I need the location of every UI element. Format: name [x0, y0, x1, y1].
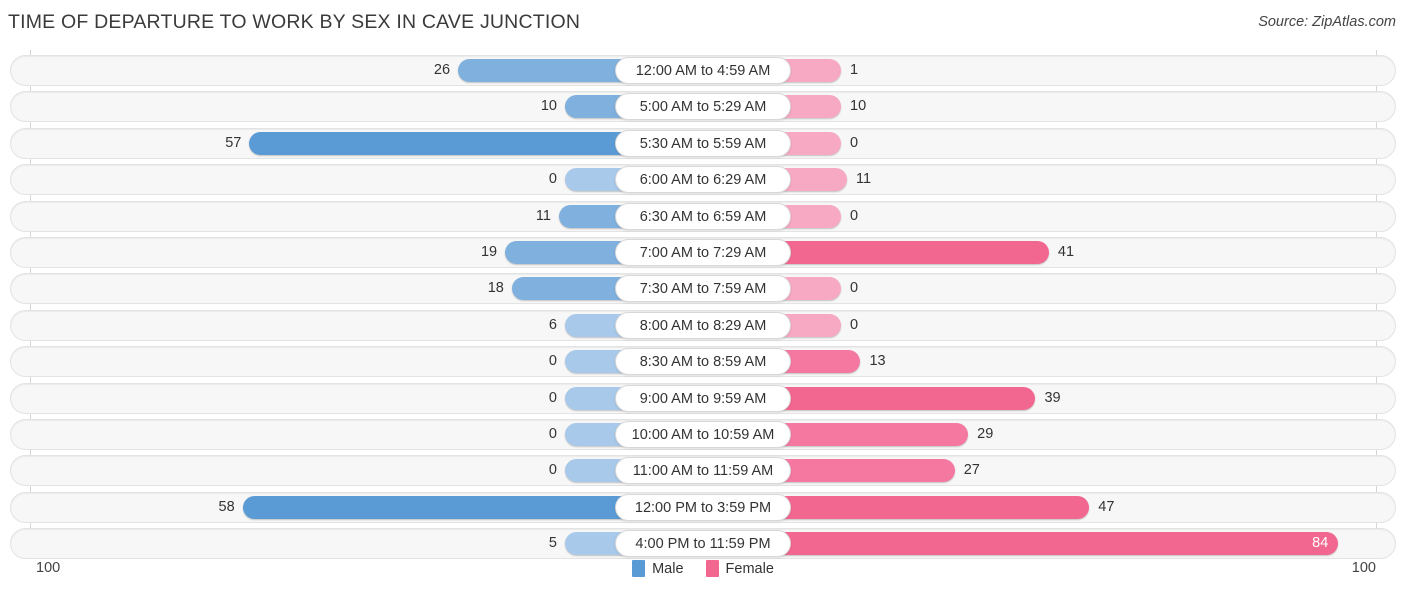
- value-label-female: 39: [1044, 389, 1061, 406]
- value-label-male: 19: [480, 244, 498, 260]
- category-label: 7:30 AM to 7:59 AM: [615, 275, 791, 303]
- chart-row-bars: 58 47 12:00 PM to 3:59 PM: [0, 492, 1406, 523]
- category-label: 10:00 AM to 10:59 AM: [615, 421, 791, 448]
- value-label-male: 0: [548, 462, 557, 479]
- value-label-female: 0: [850, 134, 859, 151]
- chart-row-bars: 6 0 8:00 AM to 8:29 AM: [0, 310, 1406, 341]
- bar-female[interactable]: [773, 495, 1090, 519]
- value-label-female: 41: [1057, 244, 1075, 260]
- value-label-female: 0: [850, 316, 859, 333]
- bar-female[interactable]: [773, 459, 955, 483]
- chart-row-bars: 11 0 6:30 AM to 6:59 AM: [0, 201, 1406, 232]
- category-label: 6:30 AM to 6:59 AM: [615, 202, 791, 230]
- value-label-male: 0: [548, 389, 557, 406]
- chart-row-bars: 18 0 7:30 AM to 7:59 AM: [0, 273, 1406, 304]
- plot-area: 26 1 12:00 AM to 4:59 AM 10 10 5:00 AM to 5:2…: [0, 50, 1406, 560]
- value-label-male: 58: [218, 498, 235, 515]
- bar-female[interactable]: [773, 241, 1049, 264]
- value-label-male: 0: [548, 171, 557, 188]
- value-label-male: 18: [487, 280, 504, 297]
- bar-male[interactable]: [242, 495, 633, 519]
- value-label-female: 10: [850, 98, 867, 115]
- category-label: 12:00 PM to 3:59 PM: [615, 493, 791, 521]
- value-label-female: 47: [1098, 498, 1115, 515]
- chart-row-bars: 0 27 11:00 AM to 11:59 AM: [0, 455, 1406, 486]
- value-label-female: 0: [850, 280, 859, 297]
- value-label-male: 26: [433, 62, 451, 78]
- page-title: TIME OF DEPARTURE TO WORK BY SEX IN CAVE…: [8, 11, 581, 33]
- category-label: 5:30 AM to 5:59 AM: [615, 129, 791, 157]
- category-label: 7:00 AM to 7:29 AM: [615, 239, 791, 266]
- chart-header: TIME OF DEPARTURE TO WORK BY SEX IN CAVE…: [0, 0, 1406, 44]
- bar-female[interactable]: [773, 386, 1036, 410]
- chart-row-bars: 19 41 7:00 AM to 7:29 AM: [0, 237, 1406, 268]
- source-attribution: Source: ZipAtlas.com: [1258, 14, 1396, 30]
- category-label: 9:00 AM to 9:59 AM: [615, 384, 791, 412]
- category-label: 11:00 AM to 11:59 AM: [615, 457, 791, 485]
- category-label: 8:00 AM to 8:29 AM: [615, 311, 791, 339]
- category-label: 8:30 AM to 8:59 AM: [615, 348, 791, 376]
- value-label-male: 10: [540, 98, 557, 115]
- bar-male[interactable]: [505, 241, 633, 264]
- legend-label: Male: [652, 560, 684, 577]
- chart-row-bars: 0 11 6:00 AM to 6:29 AM: [0, 164, 1406, 195]
- legend-swatch-icon: [705, 560, 719, 577]
- category-label: 4:00 PM to 11:59 PM: [615, 530, 791, 558]
- chart-footer: 100 100 Male Female: [0, 552, 1406, 595]
- value-label-female: 1: [850, 62, 859, 78]
- legend-item-male[interactable]: Male: [632, 560, 684, 577]
- value-label-female: 27: [963, 462, 980, 479]
- value-label-female: 11: [856, 171, 872, 188]
- legend-swatch-icon: [632, 560, 646, 577]
- chart-row-bars: 0 13 8:30 AM to 8:59 AM: [0, 346, 1406, 377]
- legend-item-female[interactable]: Female: [705, 560, 774, 577]
- category-label: 12:00 AM to 4:59 AM: [615, 57, 791, 84]
- category-label: 5:00 AM to 5:29 AM: [615, 93, 791, 121]
- bar-male[interactable]: [458, 59, 633, 82]
- value-label-female: 0: [850, 207, 859, 224]
- chart-row-bars: 0 39 9:00 AM to 9:59 AM: [0, 383, 1406, 414]
- chart-row-bars: 0 29 10:00 AM to 10:59 AM: [0, 419, 1406, 450]
- bar-female[interactable]: [773, 423, 969, 446]
- value-label-male: 6: [548, 316, 557, 333]
- bar-male[interactable]: [249, 131, 633, 155]
- chart-row-bars: 26 1 12:00 AM to 4:59 AM: [0, 55, 1406, 86]
- category-label: 6:00 AM to 6:29 AM: [615, 166, 791, 194]
- value-label-male: 11: [535, 207, 551, 224]
- chart-root: TIME OF DEPARTURE TO WORK BY SEX IN CAVE…: [0, 0, 1406, 595]
- legend-label: Female: [725, 560, 774, 577]
- chart-row-bars: 57 0 5:30 AM to 5:59 AM: [0, 128, 1406, 159]
- value-label-male: 57: [225, 134, 242, 151]
- value-label-male: 0: [548, 353, 557, 370]
- chart-row-bars: 10 10 5:00 AM to 5:29 AM: [0, 91, 1406, 122]
- chart-legend: Male Female: [0, 560, 1406, 577]
- value-label-male: 0: [548, 426, 557, 442]
- value-label-female: 13: [869, 353, 886, 370]
- value-label-female: 29: [977, 426, 994, 442]
